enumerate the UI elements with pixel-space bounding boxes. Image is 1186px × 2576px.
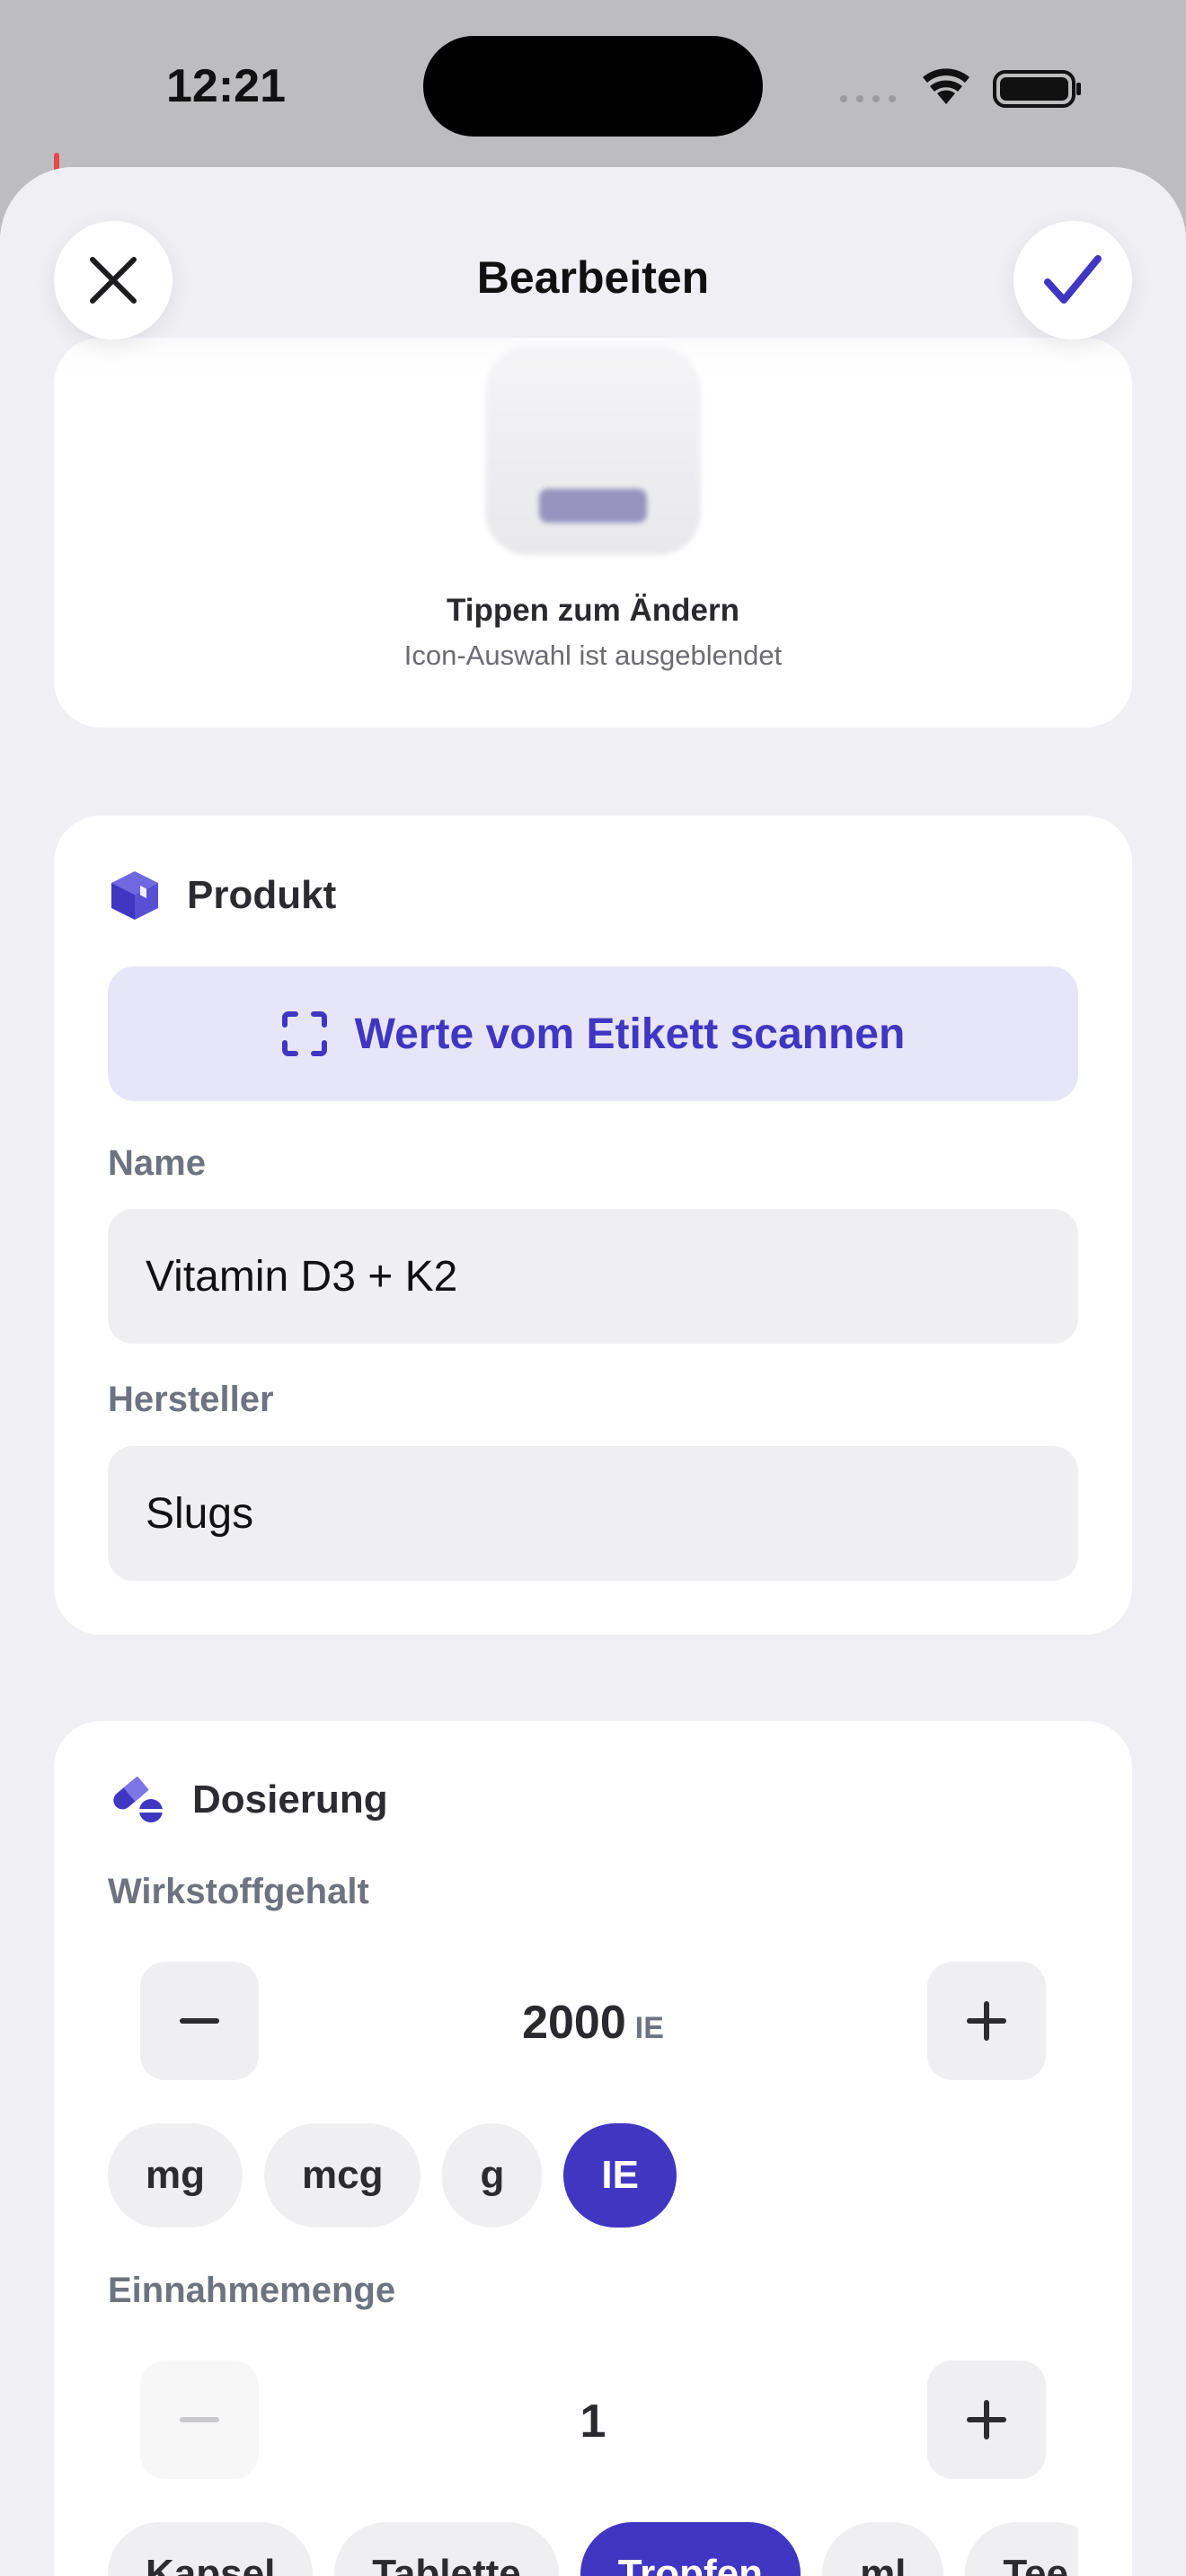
manufacturer-label: Hersteller [108, 1380, 274, 1419]
wifi-icon [923, 68, 969, 104]
unit-chip-tropfen[interactable]: Tropfen [580, 2522, 801, 2576]
plus-icon [967, 2400, 1006, 2439]
strength-increment-button[interactable] [927, 1962, 1046, 2080]
amount-unit-scroller[interactable]: Kapsel Tablette Tropfen ml Tee [108, 2522, 1078, 2576]
unit-chip-tee[interactable]: Tee [965, 2522, 1078, 2576]
product-image-label-band [539, 489, 647, 523]
unit-chip-tablette[interactable]: Tablette [334, 2522, 559, 2576]
scan-label-button[interactable]: Werte vom Etikett scannen [108, 966, 1078, 1101]
unit-chip-g[interactable]: g [442, 2123, 543, 2228]
unit-chip-mcg[interactable]: mcg [264, 2123, 421, 2228]
scan-frame-icon [281, 1011, 327, 1056]
box-icon [111, 871, 158, 920]
pills-icon [113, 1777, 163, 1822]
strength-label: Wirkstoffgehalt [108, 1872, 369, 1911]
dosage-section-title: Dosierung [192, 1778, 388, 1822]
dynamic-island [423, 36, 763, 137]
dosage-section-header: Dosierung [110, 1777, 388, 1823]
unit-chip-ml[interactable]: ml [822, 2522, 944, 2576]
product-card: Produkt Werte vom Etikett scannen Name H… [54, 816, 1132, 1635]
unit-chip-mg[interactable]: mg [108, 2123, 243, 2228]
product-image[interactable] [485, 347, 701, 555]
amount-label: Einnahmemenge [108, 2271, 396, 2310]
image-change-hint: Tippen zum Ändern [446, 593, 740, 628]
strength-unit-selector: mg mcg g IE [108, 2123, 677, 2228]
signal-icon [840, 95, 896, 102]
unit-chip-kapsel[interactable]: Kapsel [108, 2522, 314, 2576]
checkmark-icon [1044, 255, 1102, 304]
name-label: Name [108, 1143, 206, 1183]
name-input[interactable] [108, 1209, 1078, 1344]
strength-unit: IE [634, 2011, 664, 2045]
sheet-title: Bearbeiten [476, 252, 710, 303]
confirm-button[interactable] [1013, 221, 1132, 340]
strength-value: 2000 [522, 1997, 626, 2049]
amount-increment-button[interactable] [927, 2360, 1046, 2479]
battery-icon [993, 70, 1081, 108]
scan-button-label: Werte vom Etikett scannen [354, 1010, 906, 1058]
amount-unit-selector: Kapsel Tablette Tropfen ml Tee [108, 2522, 1078, 2576]
status-time: 12:21 [166, 60, 286, 112]
product-section-header: Produkt [110, 869, 336, 922]
icon-selection-hidden-note: Icon-Auswahl ist ausgeblendet [403, 640, 783, 671]
image-card[interactable]: Tippen zum Ändern Icon-Auswahl ist ausge… [54, 338, 1132, 728]
edit-sheet: Tippen zum Ändern Icon-Auswahl ist ausge… [0, 167, 1186, 2576]
product-section-title: Produkt [187, 873, 337, 917]
status-icons [840, 68, 1081, 108]
manufacturer-input[interactable] [108, 1446, 1078, 1581]
unit-chip-ie[interactable]: IE [563, 2123, 677, 2228]
plus-icon [967, 2001, 1006, 2041]
dosage-card: Dosierung Wirkstoffgehalt 2000 IE mg mcg … [54, 1721, 1132, 2576]
status-bar: 12:21 [0, 0, 1186, 189]
